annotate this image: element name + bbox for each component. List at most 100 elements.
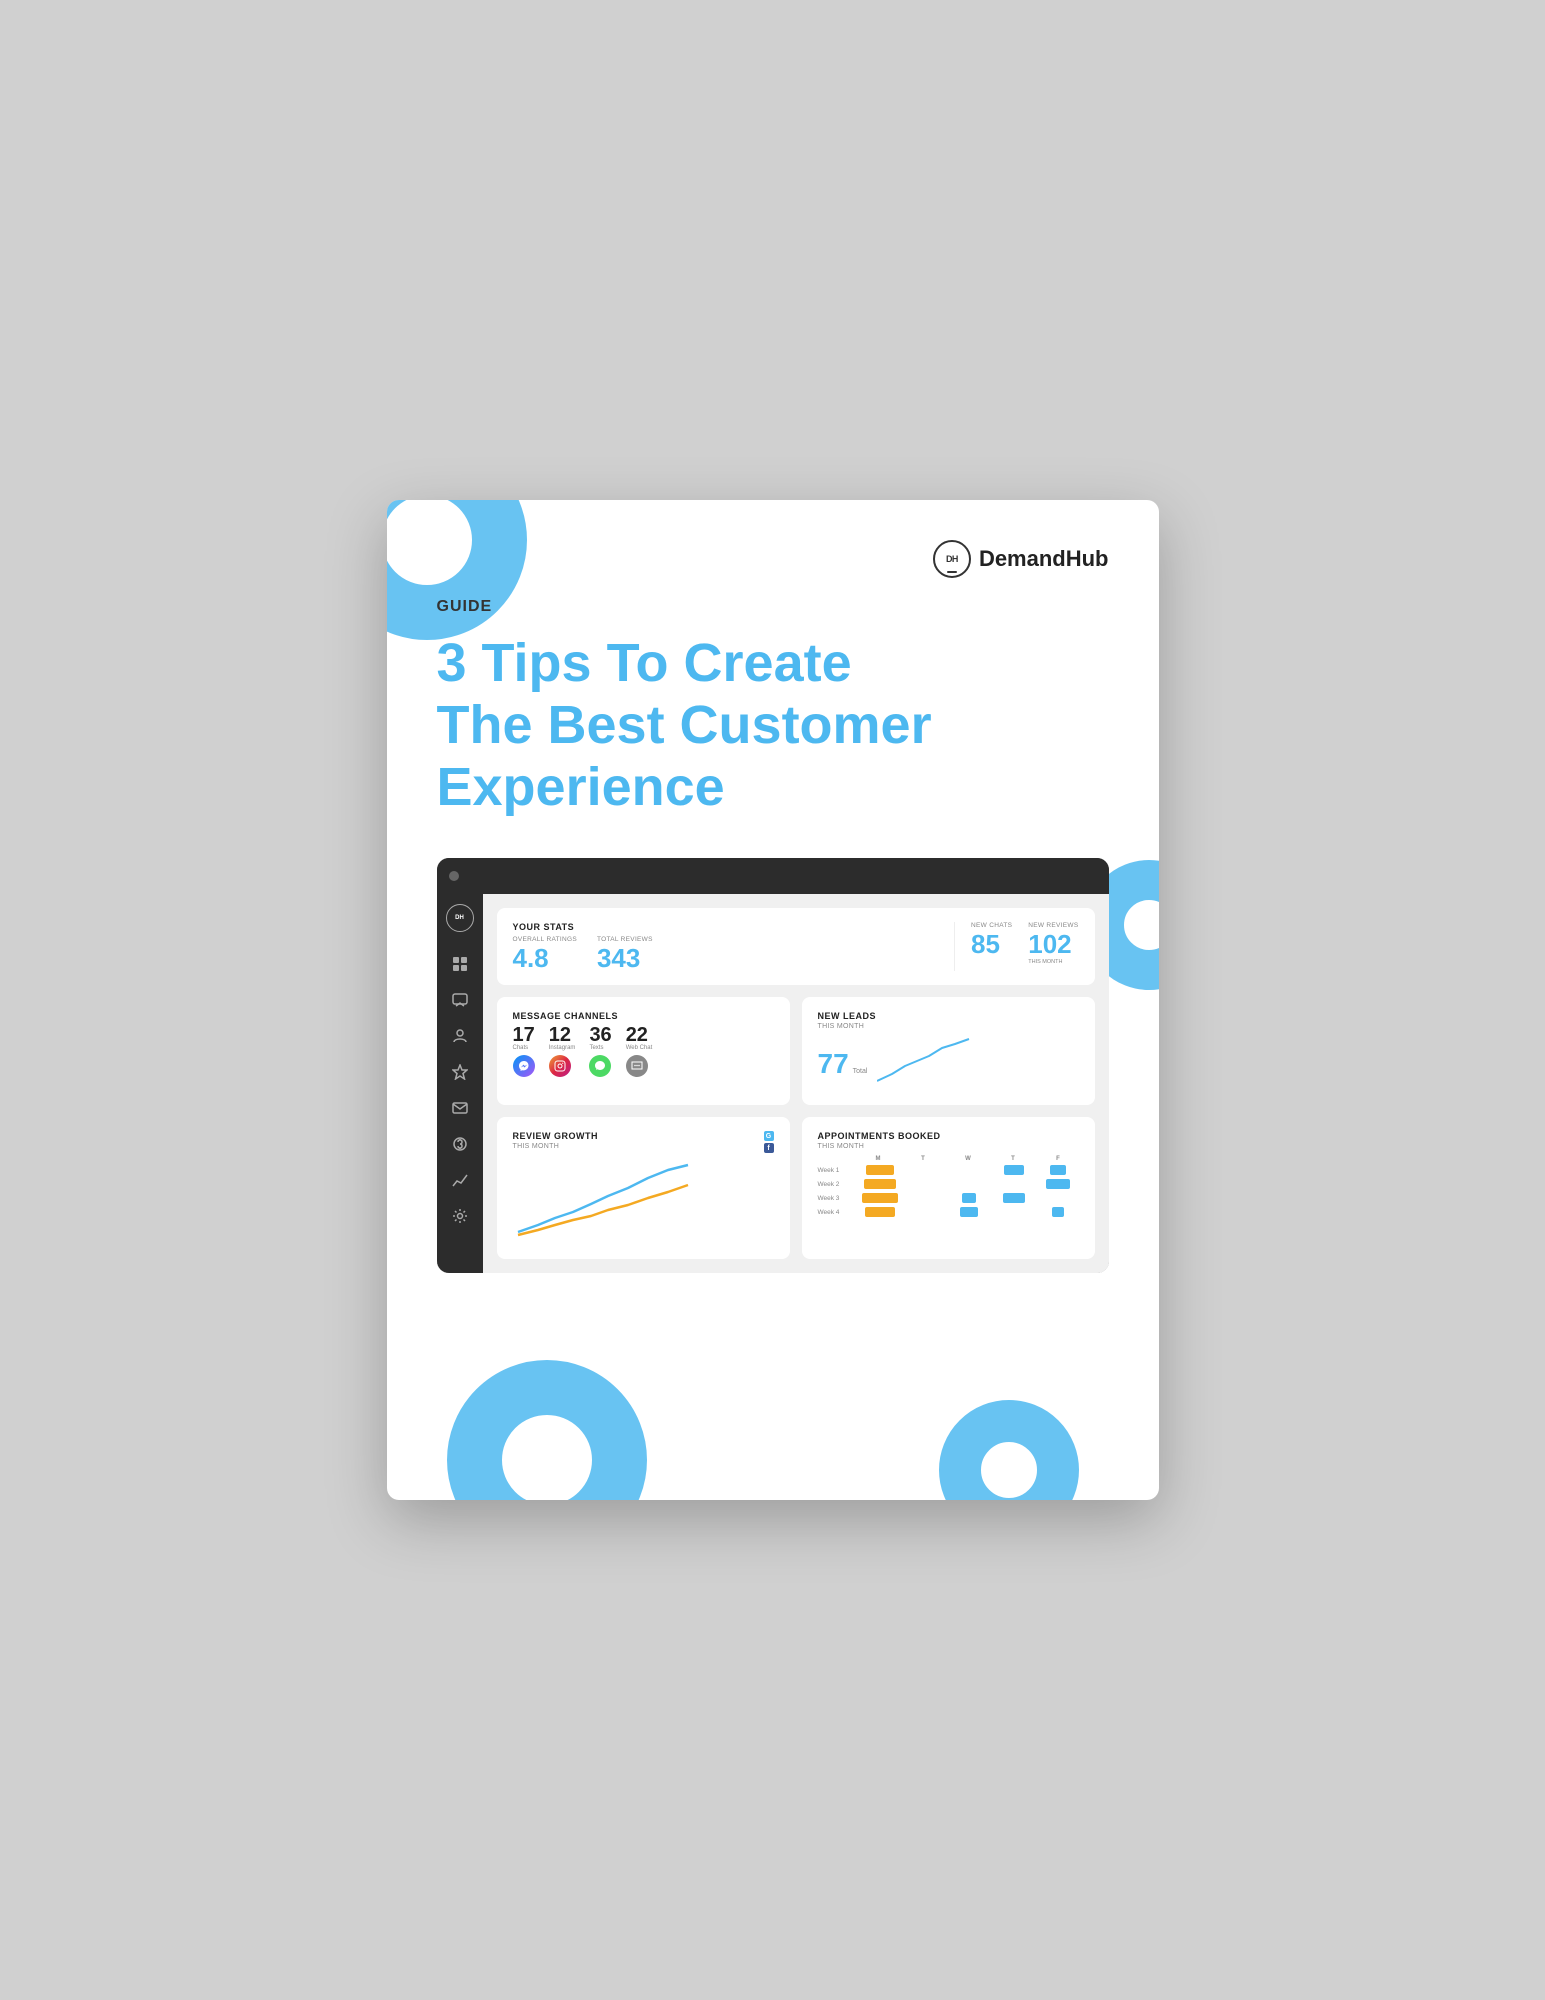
messenger-icon	[513, 1055, 535, 1077]
overall-ratings-value: 4.8	[513, 945, 577, 971]
stats-card: YOUR STATS OVERALL RATINGS 4.8 TOTAL REV…	[497, 908, 1095, 985]
sidebar-icon-settings[interactable]	[450, 1206, 470, 1226]
sidebar-icon-email[interactable]	[450, 1098, 470, 1118]
new-chats-block: NEW CHATS 85	[971, 922, 1012, 971]
total-reviews-block: TOTAL REVIEWS 343	[597, 936, 653, 971]
logo-icon-text: DH	[946, 554, 958, 564]
dashboard-inner: DH	[437, 894, 1109, 1273]
title-line2: The Best Customer	[437, 694, 1109, 756]
dashboard-wrapper: DH	[437, 858, 1109, 1273]
channel-chats-label: Chats	[513, 1045, 529, 1051]
webchat-icon	[626, 1055, 648, 1077]
logo-name-part1: Demand	[979, 546, 1066, 571]
dashboard-content: YOUR STATS OVERALL RATINGS 4.8 TOTAL REV…	[483, 894, 1109, 1273]
logo-icon: DH	[933, 540, 971, 578]
decorative-arc-bottom-left	[447, 1360, 647, 1500]
w3-m	[860, 1193, 901, 1203]
review-growth-title: REVIEW GROWTH	[513, 1131, 599, 1141]
channels-row: 17 Chats 12 Instagram	[513, 1025, 774, 1077]
total-reviews-label: TOTAL REVIEWS	[597, 936, 653, 943]
week3-label: Week 3	[818, 1195, 856, 1202]
w3-t2	[993, 1193, 1034, 1203]
channel-texts-value: 36	[589, 1025, 611, 1045]
appt-row-week3: Week 3	[818, 1193, 1079, 1203]
leads-chart	[877, 1036, 1078, 1091]
new-reviews-block: NEW REVIEWS 102 THIS MONTH	[1028, 922, 1078, 971]
instagram-icon	[549, 1055, 571, 1077]
new-reviews-label: NEW REVIEWS	[1028, 922, 1078, 929]
leads-total-label: Total	[853, 1068, 868, 1075]
sidebar-icon-messages[interactable]	[450, 990, 470, 1010]
second-row: MESSAGE CHANNELS 17 Chats 12	[497, 997, 1095, 1105]
w1-m	[860, 1165, 901, 1175]
new-chats-value: 85	[971, 931, 1012, 957]
new-reviews-value: 102	[1028, 931, 1078, 957]
channel-texts-label: Texts	[589, 1045, 603, 1051]
leads-content: 77 Total	[818, 1036, 1079, 1091]
this-month-label: THIS MONTH	[1028, 959, 1078, 965]
logo-name: DemandHub	[979, 546, 1109, 572]
sidebar-icon-billing[interactable]	[450, 1134, 470, 1154]
w4-w	[949, 1207, 990, 1217]
title-line3: Experience	[437, 756, 1109, 818]
page: DH DemandHub GUIDE 3 Tips To Create The …	[387, 500, 1159, 1500]
sidebar-icon-contacts[interactable]	[450, 1026, 470, 1046]
sidebar-logo-text: DH	[455, 915, 464, 921]
appt-row-week1: Week 1	[818, 1165, 1079, 1175]
message-channels-card: MESSAGE CHANNELS 17 Chats 12	[497, 997, 790, 1105]
main-title: 3 Tips To Create The Best Customer Exper…	[437, 632, 1109, 818]
appointments-grid: M T W T F Week 1	[818, 1156, 1079, 1217]
logo-name-part2: Hub	[1066, 546, 1109, 571]
day-header-f: F	[1038, 1156, 1079, 1162]
review-growth-card: REVIEW GROWTH THIS MONTH G f	[497, 1117, 790, 1259]
message-channels-title: MESSAGE CHANNELS	[513, 1011, 774, 1021]
day-header-t1: T	[903, 1156, 944, 1162]
sidebar-logo: DH	[446, 904, 474, 932]
channel-instagram-value: 12	[549, 1025, 571, 1045]
w4-f	[1038, 1207, 1079, 1217]
week2-label: Week 2	[818, 1181, 856, 1188]
new-chats-label: NEW CHATS	[971, 922, 1012, 929]
leads-value-group: 77 Total	[818, 1048, 868, 1080]
sidebar-icon-reviews[interactable]	[450, 1062, 470, 1082]
new-leads-card: NEW LEADS THIS MONTH 77 Total	[802, 997, 1095, 1105]
stats-title: YOUR STATS	[513, 922, 939, 932]
channel-chats: 17 Chats	[513, 1025, 535, 1077]
google-legend-icon: G	[764, 1131, 774, 1141]
channel-webchat: 22 Web Chat	[626, 1025, 653, 1077]
day-header-m: M	[858, 1156, 899, 1162]
imessage-icon	[589, 1055, 611, 1077]
channel-webchat-label: Web Chat	[626, 1045, 653, 1051]
logo-area: DH DemandHub	[933, 540, 1109, 578]
new-leads-subtitle: THIS MONTH	[818, 1023, 1079, 1030]
stats-divider	[954, 922, 955, 971]
facebook-legend-icon: f	[764, 1143, 774, 1153]
channel-texts: 36 Texts	[589, 1025, 611, 1077]
sidebar-icon-analytics[interactable]	[450, 1170, 470, 1190]
topbar-dot	[449, 871, 459, 881]
day-header-t2: T	[993, 1156, 1034, 1162]
overall-ratings-label: OVERALL RATINGS	[513, 936, 577, 943]
day-header-w: W	[948, 1156, 989, 1162]
appointments-title: APPOINTMENTS BOOKED	[818, 1131, 1079, 1141]
dashboard-topbar	[437, 858, 1109, 894]
w3-w	[949, 1193, 990, 1203]
new-leads-title: NEW LEADS	[818, 1011, 1079, 1021]
decorative-arc-bottom-right	[939, 1400, 1079, 1500]
channel-instagram-label: Instagram	[549, 1045, 576, 1051]
appt-row-week2: Week 2	[818, 1179, 1079, 1189]
week1-label: Week 1	[818, 1167, 856, 1174]
week4-label: Week 4	[818, 1209, 856, 1216]
title-line1: 3 Tips To Create	[437, 632, 1109, 694]
sidebar-icon-dashboard[interactable]	[450, 954, 470, 974]
overall-ratings-block: OVERALL RATINGS 4.8	[513, 936, 577, 971]
w1-f	[1038, 1165, 1079, 1175]
review-growth-subtitle: THIS MONTH	[513, 1143, 599, 1150]
guide-label: GUIDE	[437, 598, 1109, 616]
sidebar: DH	[437, 894, 483, 1273]
review-chart	[513, 1160, 774, 1245]
channel-chats-value: 17	[513, 1025, 535, 1045]
header: DH DemandHub	[437, 540, 1109, 578]
total-reviews-value: 343	[597, 945, 653, 971]
leads-value: 77	[818, 1048, 849, 1080]
